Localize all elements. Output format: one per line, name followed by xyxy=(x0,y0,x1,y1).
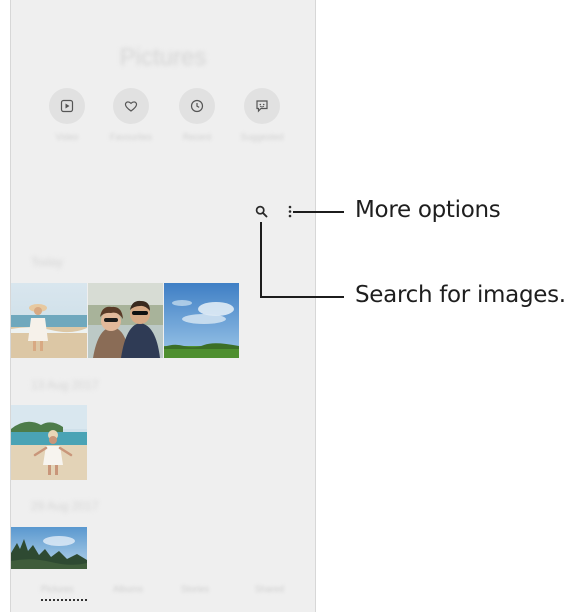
page-title: Pictures xyxy=(119,44,207,71)
tab-albums[interactable]: Albums xyxy=(113,584,143,594)
callout-line-search-vertical xyxy=(260,222,262,298)
photo-thumbnail[interactable] xyxy=(164,283,239,358)
quick-action-recent[interactable]: Recent xyxy=(177,88,217,142)
quick-action-label: Favourites xyxy=(109,132,153,142)
play-icon xyxy=(49,88,85,124)
search-icon[interactable] xyxy=(253,203,269,219)
bottom-tab-bar: Pictures Albums Stories Shared xyxy=(11,582,315,602)
callout-line-more-options xyxy=(293,211,344,213)
quick-action-suggested[interactable]: Suggested xyxy=(240,88,284,142)
photo-thumbnail[interactable] xyxy=(11,405,87,480)
heart-icon xyxy=(113,88,149,124)
tab-stories[interactable]: Stories xyxy=(181,584,209,594)
tab-pictures[interactable]: Pictures xyxy=(41,584,74,594)
photo-thumbnail[interactable] xyxy=(88,283,163,358)
callout-line-search-horizontal xyxy=(260,296,344,298)
suggestion-icon xyxy=(244,88,280,124)
tab-shared[interactable]: Shared xyxy=(255,584,284,594)
quick-action-label: Suggested xyxy=(240,132,284,142)
quick-action-label: Recent xyxy=(182,132,212,142)
gallery-screen: Pictures Video Favourites Recent Suggest… xyxy=(10,0,316,612)
selected-tab-indicator xyxy=(41,599,87,601)
section-date-label: Today xyxy=(31,255,64,269)
clock-icon xyxy=(179,88,215,124)
quick-action-favourites[interactable]: Favourites xyxy=(110,88,152,142)
photo-thumbnail[interactable] xyxy=(11,527,87,569)
callout-more-options: More options xyxy=(355,197,501,223)
photo-thumbnail[interactable] xyxy=(11,283,87,358)
quick-action-label: Video xyxy=(55,132,79,142)
quick-action-video[interactable]: Video xyxy=(47,88,87,142)
section-date-label: 29 Aug 2017 xyxy=(31,499,99,513)
section-date-label: 13 Aug 2017 xyxy=(31,378,99,392)
callout-search: Search for images. xyxy=(355,282,566,308)
